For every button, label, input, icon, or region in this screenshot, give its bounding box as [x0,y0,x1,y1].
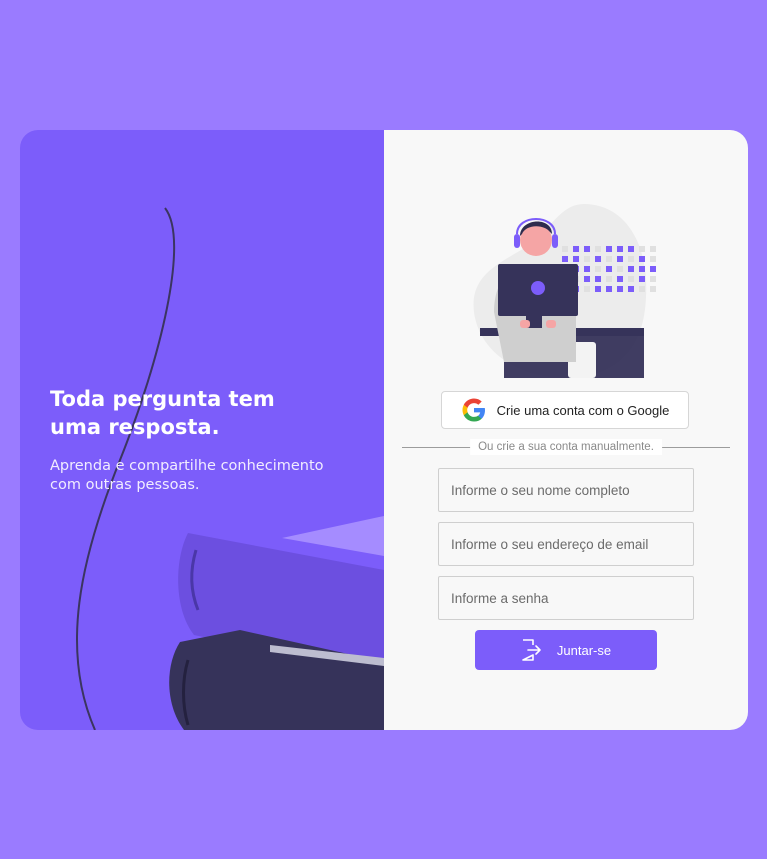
google-signup-label: Crie uma conta com o Google [496,402,670,418]
developer-illustration [473,204,656,378]
hero-subtext: Aprenda e compartilhe conhecimento com o… [50,458,324,493]
or-divider: Ou crie a sua conta manualmente. [402,439,730,455]
signup-form-panel: Crie uma conta com o Google Ou crie a su… [384,130,748,730]
sign-in-icon [522,639,541,661]
divider-text: Ou crie a sua conta manualmente. [470,439,662,455]
password-input[interactable] [438,576,694,620]
hero-headline: Toda pergunta tem uma resposta. [50,387,275,439]
google-signup-button[interactable]: Crie uma conta com o Google [441,391,689,429]
signup-card: Toda pergunta tem uma resposta. Aprenda … [20,130,748,730]
join-button[interactable]: Juntar-se [475,630,657,670]
hero-panel: Toda pergunta tem uma resposta. Aprenda … [20,130,384,730]
join-button-label: Juntar-se [556,642,612,658]
email-input[interactable] [438,522,694,566]
full-name-input[interactable] [438,468,694,512]
google-icon [462,398,485,422]
